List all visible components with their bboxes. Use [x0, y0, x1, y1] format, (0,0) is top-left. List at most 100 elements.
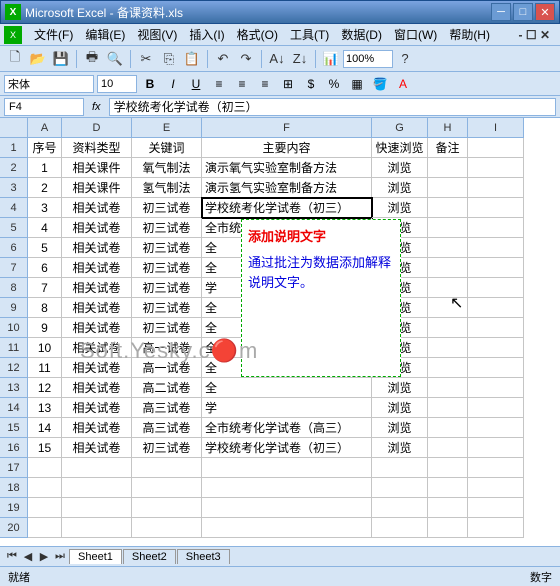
- nav-last-icon[interactable]: ⏭: [52, 549, 68, 565]
- col-header-I[interactable]: I: [468, 118, 524, 138]
- cell-link[interactable]: 浏览: [372, 178, 428, 198]
- cell[interactable]: [28, 458, 62, 478]
- cell[interactable]: [62, 478, 132, 498]
- cell[interactable]: 初三试卷: [132, 198, 202, 218]
- header-cell[interactable]: 资料类型: [62, 138, 132, 158]
- nav-first-icon[interactable]: ⏮: [4, 549, 20, 565]
- row-header[interactable]: 6: [0, 238, 28, 258]
- row-header[interactable]: 13: [0, 378, 28, 398]
- tab-sheet1[interactable]: Sheet1: [69, 549, 122, 564]
- cell[interactable]: 全: [202, 378, 372, 398]
- row-header[interactable]: 8: [0, 278, 28, 298]
- tab-sheet2[interactable]: Sheet2: [123, 549, 176, 564]
- cell[interactable]: [428, 338, 468, 358]
- menu-insert[interactable]: 插入(I): [183, 24, 230, 45]
- save-icon[interactable]: 💾: [50, 48, 72, 70]
- row-header[interactable]: 14: [0, 398, 28, 418]
- cell[interactable]: 演示氢气实验室制备方法: [202, 178, 372, 198]
- cell[interactable]: [468, 238, 524, 258]
- cell[interactable]: 相关试卷: [62, 258, 132, 278]
- row-header[interactable]: 5: [0, 218, 28, 238]
- align-center-icon[interactable]: ≡: [232, 74, 252, 94]
- cell[interactable]: [428, 438, 468, 458]
- menu-view[interactable]: 视图(V): [131, 24, 183, 45]
- cell-link[interactable]: 浏览: [372, 438, 428, 458]
- cell[interactable]: 初三试卷: [132, 258, 202, 278]
- row-header[interactable]: 11: [0, 338, 28, 358]
- app-icon[interactable]: X: [4, 26, 22, 44]
- currency-icon[interactable]: $: [301, 74, 321, 94]
- cell[interactable]: [372, 498, 428, 518]
- percent-icon[interactable]: %: [324, 74, 344, 94]
- open-icon[interactable]: 📂: [27, 48, 49, 70]
- header-cell[interactable]: 关键词: [132, 138, 202, 158]
- cell[interactable]: [62, 458, 132, 478]
- zoom-input[interactable]: [343, 50, 393, 68]
- col-header-A[interactable]: A: [28, 118, 62, 138]
- cell[interactable]: 相关试卷: [62, 238, 132, 258]
- menu-data[interactable]: 数据(D): [335, 24, 388, 45]
- cell[interactable]: 相关试卷: [62, 318, 132, 338]
- cell[interactable]: [372, 478, 428, 498]
- row-header[interactable]: 3: [0, 178, 28, 198]
- row-header[interactable]: 9: [0, 298, 28, 318]
- cell[interactable]: [372, 518, 428, 538]
- cell[interactable]: 高二试卷: [132, 378, 202, 398]
- menu-window[interactable]: 窗口(W): [388, 24, 443, 45]
- new-icon[interactable]: 🗋: [4, 48, 26, 70]
- cell[interactable]: [428, 258, 468, 278]
- cell[interactable]: [202, 498, 372, 518]
- italic-icon[interactable]: I: [163, 74, 183, 94]
- cell[interactable]: 3: [28, 198, 62, 218]
- row-header[interactable]: 2: [0, 158, 28, 178]
- cell[interactable]: [428, 218, 468, 238]
- cell[interactable]: 2: [28, 178, 62, 198]
- chart-icon[interactable]: 📊: [320, 48, 342, 70]
- cell[interactable]: 11: [28, 358, 62, 378]
- header-cell[interactable]: 备注: [428, 138, 468, 158]
- cell[interactable]: [468, 158, 524, 178]
- maximize-button[interactable]: □: [513, 3, 533, 21]
- cell[interactable]: 相关试卷: [62, 298, 132, 318]
- cell[interactable]: 氢气制法: [132, 178, 202, 198]
- cell[interactable]: 相关试卷: [62, 358, 132, 378]
- name-box[interactable]: F4: [4, 98, 84, 116]
- cell[interactable]: [62, 498, 132, 518]
- cell[interactable]: 相关试卷: [62, 398, 132, 418]
- print-icon[interactable]: 🖶: [81, 48, 103, 70]
- cell[interactable]: 8: [28, 298, 62, 318]
- cell[interactable]: 高三试卷: [132, 398, 202, 418]
- col-header-H[interactable]: H: [428, 118, 468, 138]
- cell[interactable]: [468, 318, 524, 338]
- paste-icon[interactable]: 📋: [181, 48, 203, 70]
- row-header[interactable]: 16: [0, 438, 28, 458]
- cell[interactable]: 学校统考化学试卷（初三）: [202, 198, 372, 218]
- cell[interactable]: 初三试卷: [132, 318, 202, 338]
- cell[interactable]: 初三试卷: [132, 218, 202, 238]
- cell[interactable]: 高一试卷: [132, 338, 202, 358]
- cell[interactable]: [468, 298, 524, 318]
- borders-icon[interactable]: ▦: [347, 74, 367, 94]
- cell[interactable]: [428, 458, 468, 478]
- cell[interactable]: 初三试卷: [132, 238, 202, 258]
- font-select[interactable]: 宋体: [4, 75, 94, 93]
- cell[interactable]: 学: [202, 398, 372, 418]
- menu-file[interactable]: 文件(F): [28, 24, 79, 45]
- cell[interactable]: 5: [28, 238, 62, 258]
- cell[interactable]: [132, 498, 202, 518]
- cell[interactable]: [428, 518, 468, 538]
- col-header-G[interactable]: G: [372, 118, 428, 138]
- header-cell[interactable]: 快速浏览: [372, 138, 428, 158]
- select-all-corner[interactable]: [0, 118, 28, 138]
- header-cell[interactable]: 序号: [28, 138, 62, 158]
- copy-icon[interactable]: ⎘: [158, 48, 180, 70]
- minimize-button[interactable]: ─: [491, 3, 511, 21]
- header-cell[interactable]: 主要内容: [202, 138, 372, 158]
- row-header[interactable]: 17: [0, 458, 28, 478]
- cell[interactable]: 10: [28, 338, 62, 358]
- cell[interactable]: [202, 478, 372, 498]
- cell[interactable]: 6: [28, 258, 62, 278]
- cell[interactable]: 初三试卷: [132, 298, 202, 318]
- cell-link[interactable]: 浏览: [372, 378, 428, 398]
- row-header[interactable]: 7: [0, 258, 28, 278]
